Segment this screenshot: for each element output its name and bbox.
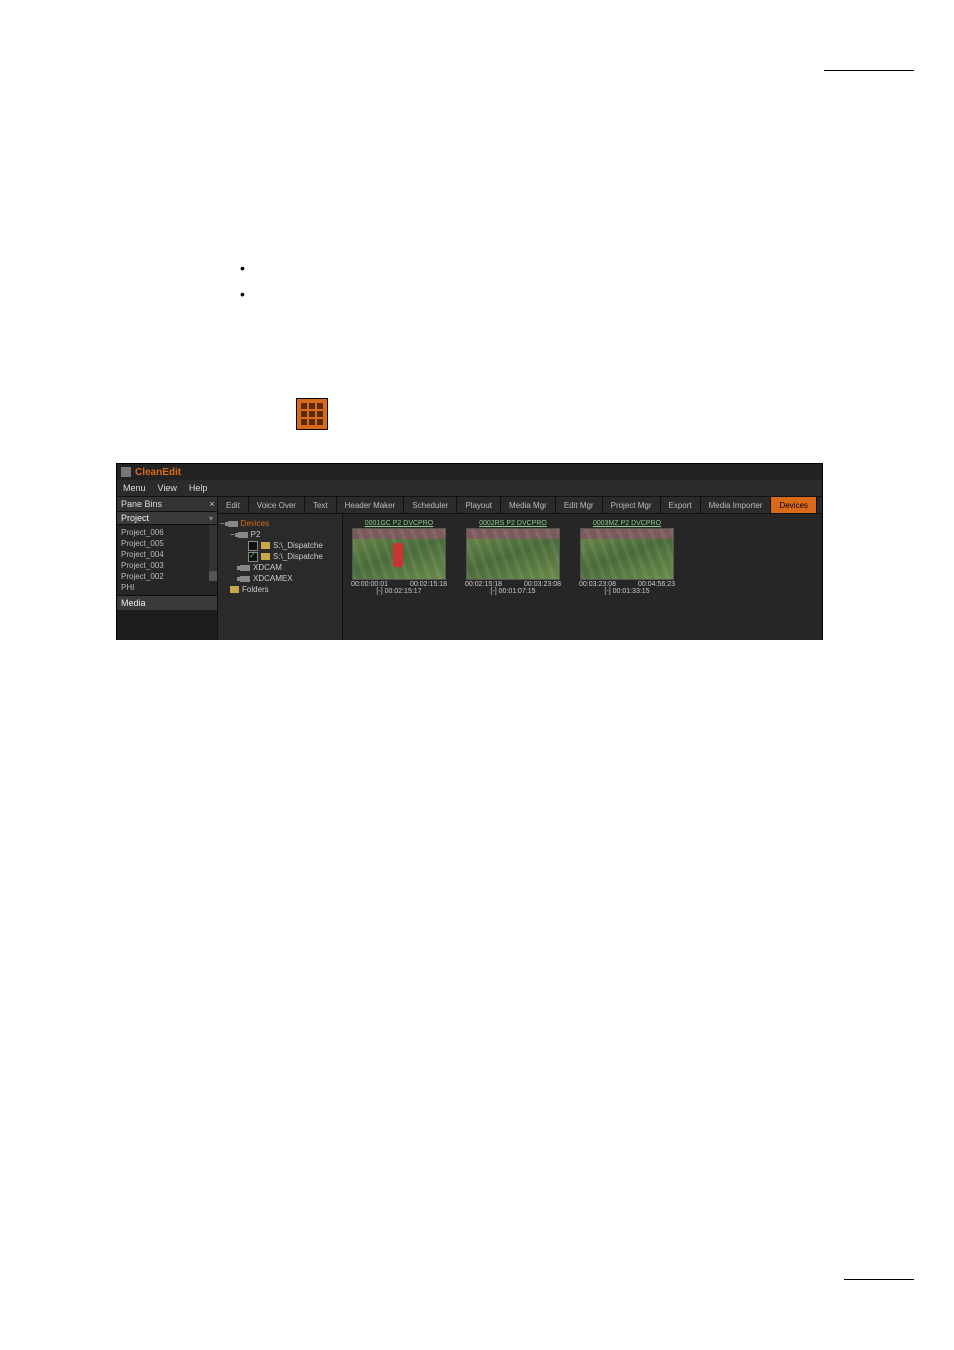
clip-item[interactable]: 0003MZ P2 DVCPRO 00:03:23:08 00:04:56:23… [579, 520, 675, 595]
grid-icon [296, 398, 328, 430]
close-icon[interactable]: × [207, 499, 217, 509]
clip-thumbnail[interactable] [352, 528, 446, 580]
camera-icon [240, 576, 250, 582]
folder-icon [261, 553, 270, 560]
checkbox-icon[interactable] [248, 541, 258, 551]
sidebar-header: Pane Bins × [117, 497, 217, 512]
chevron-down-icon: ▾ [209, 514, 213, 523]
tree-p2[interactable]: P2 [251, 529, 261, 540]
clip-in: 00:00:00:01 [351, 581, 388, 588]
clip-out: 00:03:23:08 [524, 581, 561, 588]
project-panel-header[interactable]: Project ▾ [117, 512, 217, 525]
tab-scheduler[interactable]: Scheduler [404, 497, 457, 513]
tree-folders[interactable]: Folders [242, 584, 269, 595]
app-logo-icon [121, 467, 131, 477]
folder-icon [230, 586, 239, 593]
tab-media-importer[interactable]: Media Importer [701, 497, 772, 513]
tab-edit[interactable]: Edit [218, 497, 249, 513]
app-window: CleanEdit Menu View Help Pane Bins × Pro… [116, 463, 823, 640]
clip-thumbnails: 0001GC P2 DVCPRO 00:00:00:01 00:02:15:18… [343, 514, 822, 640]
menu-view[interactable]: View [158, 483, 177, 493]
project-item[interactable]: Project_004 [121, 549, 213, 560]
scrollbar[interactable] [209, 525, 217, 581]
titlebar: CleanEdit [117, 464, 822, 480]
clip-out: 00:04:56:23 [638, 581, 675, 588]
clip-duration: [-] 00:01:07:15 [465, 588, 561, 595]
media-panel [117, 610, 217, 640]
tree-dispatch-2[interactable]: S:\_Dispatche [273, 551, 323, 562]
menu-help[interactable]: Help [189, 483, 208, 493]
clip-out: 00:02:15:18 [410, 581, 447, 588]
tab-media-mgr[interactable]: Media Mgr [501, 497, 556, 513]
tree-xdcam[interactable]: XDCAM [253, 562, 282, 573]
project-item[interactable]: Project_003 [121, 560, 213, 571]
sidebar-title: Pane Bins [121, 499, 162, 509]
clip-thumbnail[interactable] [466, 528, 560, 580]
clip-item[interactable]: 0002RS P2 DVCPRO 00:02:15:18 00:03:23:08… [465, 520, 561, 595]
tab-export[interactable]: Export [661, 497, 701, 513]
camera-icon [240, 565, 250, 571]
clip-thumbnail[interactable] [580, 528, 674, 580]
clip-title: 0003MZ P2 DVCPRO [579, 520, 675, 527]
tree-devices[interactable]: Devices [241, 518, 269, 529]
clip-title: 0001GC P2 DVCPRO [351, 520, 447, 527]
tab-text[interactable]: Text [305, 497, 337, 513]
bullet-list: • • [240, 260, 245, 312]
checkbox-icon[interactable] [248, 552, 258, 562]
project-item[interactable]: nin__XDCAM [121, 593, 213, 595]
project-item[interactable]: Project_006 [121, 527, 213, 538]
tab-voice-over[interactable]: Voice Over [249, 497, 305, 513]
menu-menu[interactable]: Menu [123, 483, 146, 493]
clip-duration: [-] 00:02:15:17 [351, 588, 447, 595]
tree-xdcamex[interactable]: XDCAMEX [253, 573, 293, 584]
project-list[interactable]: Project_006 Project_005 Project_004 Proj… [117, 525, 217, 595]
folder-icon [261, 542, 270, 549]
project-item[interactable]: Project_005 [121, 538, 213, 549]
tab-bar: Edit Voice Over Text Header Maker Schedu… [218, 497, 822, 514]
sidebar: Pane Bins × Project ▾ Project_006 Projec… [117, 497, 218, 640]
project-panel-label: Project [121, 513, 149, 523]
tab-devices[interactable]: Devices [771, 497, 816, 513]
tree-dispatch-1[interactable]: S:\_Dispatche [273, 540, 323, 551]
clip-duration: [-] 00:01:33:15 [579, 588, 675, 595]
device-tree[interactable]: −Devices −P2 S:\_Dispatche S:\_Dispatche… [218, 514, 343, 640]
clip-item[interactable]: 0001GC P2 DVCPRO 00:00:00:01 00:02:15:18… [351, 520, 447, 595]
clip-in: 00:02:15:18 [465, 581, 502, 588]
clip-title: 0002RS P2 DVCPRO [465, 520, 561, 527]
tab-playout[interactable]: Playout [457, 497, 501, 513]
project-item[interactable]: Project_002 [121, 571, 213, 582]
menubar: Menu View Help [117, 480, 822, 497]
camera-icon [238, 532, 248, 538]
media-panel-header[interactable]: Media [117, 595, 217, 610]
tab-project-mgr[interactable]: Project Mgr [603, 497, 661, 513]
app-title: CleanEdit [135, 467, 181, 478]
project-item[interactable]: PHI [121, 582, 213, 593]
camera-icon [228, 521, 238, 527]
tab-header-maker[interactable]: Header Maker [337, 497, 405, 513]
tab-edit-mgr[interactable]: Edit Mgr [556, 497, 603, 513]
clip-in: 00:03:23:08 [579, 581, 616, 588]
